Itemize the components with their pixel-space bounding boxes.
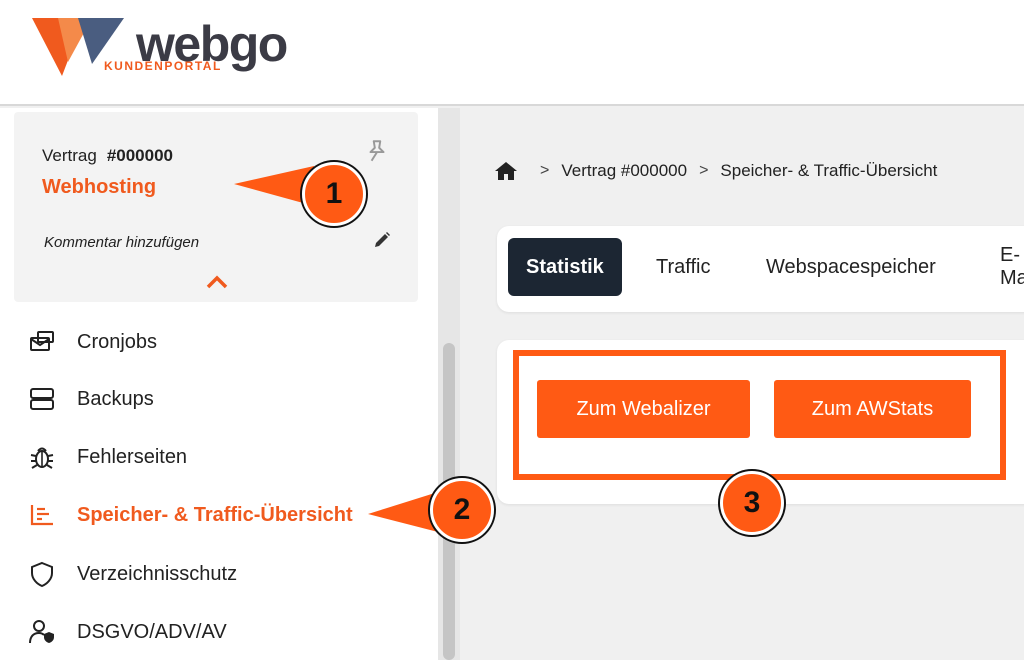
pencil-icon[interactable]	[372, 230, 392, 250]
contract-label: Vertrag #000000	[42, 146, 173, 166]
tab-statistik[interactable]: Statistik	[508, 238, 622, 296]
sidebar-item-speicher-traffic[interactable]: Speicher- & Traffic-Übersicht	[28, 495, 408, 535]
logo-subtitle: KUNDENPORTAL	[104, 59, 222, 73]
tab-webspacespeicher[interactable]: Webspacespeicher	[766, 238, 936, 296]
callout-badge-1: 1	[302, 162, 366, 226]
callout-badge-3: 3	[720, 471, 784, 535]
breadcrumb-contract[interactable]: Vertrag #000000	[561, 161, 687, 181]
home-icon[interactable]	[494, 160, 518, 182]
contract-type[interactable]: Webhosting	[42, 176, 156, 199]
chevron-up-icon[interactable]	[205, 274, 229, 290]
top-bar: webgo KUNDENPORTAL	[0, 0, 1024, 106]
sidebar-item-label: Cronjobs	[77, 330, 158, 353]
highlight-box	[513, 350, 1006, 480]
chevron-right-icon: >	[540, 162, 550, 179]
chart-icon	[28, 501, 56, 529]
sidebar-item-label: Speicher- & Traffic-Übersicht	[77, 503, 353, 526]
contract-label-text: Vertrag	[42, 146, 97, 165]
sidebar-item-verzeichnisschutz[interactable]: Verzeichnisschutz	[28, 554, 408, 594]
user-shield-icon	[28, 618, 56, 646]
add-comment-link[interactable]: Kommentar hinzufügen	[44, 234, 199, 251]
bug-icon	[28, 443, 56, 471]
callout-badge-2: 2	[430, 478, 494, 542]
tabs-bar: Statistik Traffic Webspacespeicher E-Mai…	[497, 226, 1024, 312]
sidebar-item-label: Fehlerseiten	[77, 445, 188, 468]
sidebar-item-fehlerseiten[interactable]: Fehlerseiten	[28, 437, 408, 477]
sidebar-item-dsgvo[interactable]: DSGVO/ADV/AV	[28, 612, 408, 652]
tab-email[interactable]: E-Mail	[1000, 238, 1024, 296]
sidebar-item-label: DSGVO/ADV/AV	[77, 620, 227, 643]
sidebar: Vertrag #000000 Webhosting Kommentar hinz…	[0, 108, 440, 660]
shield-icon	[28, 560, 56, 588]
webgo-logo[interactable]: webgo KUNDENPORTAL	[32, 18, 292, 80]
server-icon	[28, 385, 56, 413]
contract-number: #000000	[106, 146, 173, 165]
sidebar-item-label: Backups	[77, 387, 154, 410]
sidebar-item-cronjobs[interactable]: Cronjobs	[28, 322, 408, 362]
cronjob-icon	[28, 328, 56, 356]
tab-traffic[interactable]: Traffic	[656, 238, 710, 296]
sidebar-item-label: Verzeichnisschutz	[77, 562, 238, 585]
breadcrumb: > Vertrag #000000 > Speicher- & Traffic-…	[494, 158, 937, 184]
sidebar-item-backups[interactable]: Backups	[28, 379, 408, 419]
callout-arrow-2	[368, 492, 438, 532]
breadcrumb-current: Speicher- & Traffic-Übersicht	[720, 161, 938, 180]
chevron-right-icon: >	[699, 162, 709, 179]
pin-icon[interactable]	[364, 138, 390, 164]
